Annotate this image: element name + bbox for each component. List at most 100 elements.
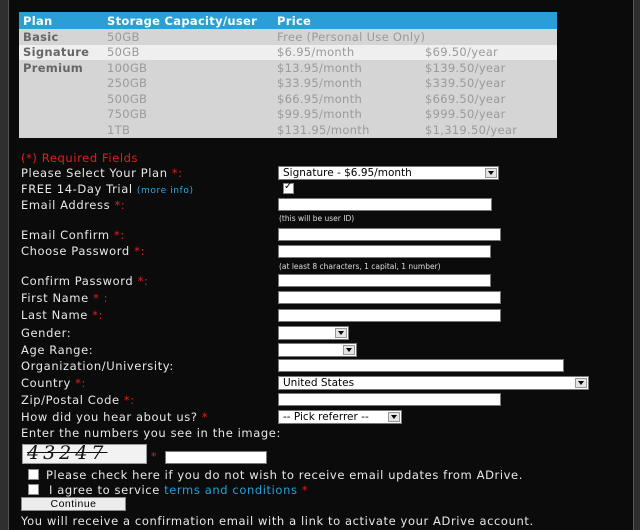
gender-select[interactable]: [278, 326, 349, 340]
plan-select-value: Signature - $6.95/month: [283, 167, 412, 179]
yearly-price-cell: $999.50/year: [421, 106, 558, 122]
country-label: Country *:: [21, 376, 86, 390]
required-star: *: [201, 410, 209, 424]
confirm-password-label-text: Confirm Password: [21, 274, 134, 288]
referrer-select[interactable]: -- Pick referrer --: [278, 410, 402, 424]
trial-more-info-link[interactable]: (more info): [137, 186, 194, 196]
table-row: 500GB $66.95/month $669.50/year: [19, 91, 558, 107]
monthly-price-cell: $33.95/month: [273, 75, 421, 91]
plan-select[interactable]: Signature - $6.95/month: [278, 166, 499, 180]
table-row: 250GB $33.95/month $339.50/year: [19, 75, 558, 91]
table-row: Premium 100GB $13.95/month $139.50/year: [19, 60, 558, 76]
first-name-field[interactable]: [278, 291, 501, 304]
required-star: *: [301, 483, 309, 497]
table-header-row: Plan Storage Capacity/user Price: [19, 12, 558, 29]
optout-label: Please check here if you do not wish to …: [46, 468, 523, 482]
required-star: *:: [114, 198, 126, 212]
monthly-price-cell: Free (Personal Use Only): [273, 29, 558, 45]
required-star: *:: [113, 228, 125, 242]
confirm-password-label: Confirm Password *:: [21, 274, 148, 288]
plan-name: [19, 75, 103, 91]
last-name-label: Last Name *:: [21, 308, 103, 322]
continue-button[interactable]: Continue: [21, 497, 126, 511]
zip-label: Zip/Postal Code *:: [21, 393, 135, 407]
chevron-down-icon[interactable]: [335, 328, 347, 338]
age-range-label: Age Range:: [21, 343, 94, 357]
password-label-text: Choose Password: [21, 244, 130, 258]
header-storage: Storage Capacity/user: [103, 12, 273, 29]
age-range-select[interactable]: [278, 343, 357, 357]
terms-link[interactable]: terms and conditions: [164, 483, 297, 497]
trial-label-text: FREE 14-Day Trial: [21, 182, 133, 196]
captcha-input[interactable]: [165, 451, 267, 464]
required-star: *:: [92, 308, 104, 322]
organization-field[interactable]: [278, 359, 564, 372]
chevron-down-icon[interactable]: [575, 378, 587, 388]
agree-checkbox[interactable]: [28, 484, 39, 495]
plan-name: Signature: [19, 44, 103, 60]
organization-label: Organization/University:: [21, 359, 174, 373]
required-fields-note: (*) Required Fields: [21, 151, 139, 165]
trial-checkbox[interactable]: [283, 181, 294, 194]
email-field[interactable]: [278, 198, 492, 211]
monthly-price-cell: $13.95/month: [273, 60, 421, 76]
plan-name: Basic: [19, 29, 103, 45]
plan-pricing-table: Plan Storage Capacity/user Price Basic 5…: [19, 12, 558, 138]
plan-name: [19, 122, 103, 138]
required-star: * :: [93, 291, 109, 305]
yearly-price-cell: $669.50/year: [421, 91, 558, 107]
yearly-price-cell: $339.50/year: [421, 75, 558, 91]
plan-name: [19, 91, 103, 107]
gender-label: Gender:: [21, 326, 72, 340]
country-select[interactable]: United States: [278, 376, 589, 390]
storage-cell: 100GB: [103, 60, 273, 76]
chevron-down-icon[interactable]: [343, 345, 355, 355]
required-star: *:: [137, 274, 149, 288]
email-confirm-label-text: Email Confirm: [21, 228, 110, 242]
yearly-price-cell: $1,319.50/year: [421, 122, 558, 138]
last-name-field[interactable]: [278, 309, 501, 322]
header-plan: Plan: [19, 12, 103, 29]
trial-label: FREE 14-Day Trial (more info): [21, 182, 194, 196]
confirmation-text: You will receive a confirmation email wi…: [21, 514, 534, 528]
captcha-text: 43247: [27, 444, 108, 464]
country-label-text: Country: [21, 376, 71, 390]
yearly-price-cell: $69.50/year: [421, 44, 558, 60]
monthly-price-cell: $99.95/month: [273, 106, 421, 122]
required-star: *:: [171, 166, 183, 180]
email-label: Email Address *:: [21, 198, 125, 212]
referrer-label: How did you hear about us? *: [21, 410, 208, 424]
table-row: 1TB $131.95/month $1,319.50/year: [19, 122, 558, 138]
monthly-price-cell: $66.95/month: [273, 91, 421, 107]
plan-name: [19, 106, 103, 122]
table-row: Signature 50GB $6.95/month $69.50/year: [19, 44, 558, 60]
required-star: *:: [134, 244, 145, 258]
optout-checkbox[interactable]: [28, 469, 39, 480]
storage-cell: 50GB: [103, 44, 273, 60]
email-confirm-field[interactable]: [278, 228, 501, 241]
email-note: (this will be user ID): [279, 214, 355, 223]
chevron-down-icon[interactable]: [388, 412, 400, 422]
captcha-image: 43247: [22, 444, 147, 464]
plan-label-text: Please Select Your Plan: [21, 166, 168, 180]
storage-cell: 750GB: [103, 106, 273, 122]
monthly-price-cell: $131.95/month: [273, 122, 421, 138]
plan-name: Premium: [19, 60, 103, 76]
password-label: Choose Password *:: [21, 244, 145, 258]
confirm-password-field[interactable]: [278, 274, 491, 287]
country-select-value: United States: [283, 377, 355, 389]
storage-cell: 50GB: [103, 29, 273, 45]
required-star: *:: [123, 393, 135, 407]
first-name-label-text: First Name: [21, 291, 89, 305]
table-row: 750GB $99.95/month $999.50/year: [19, 106, 558, 122]
required-star: *: [151, 450, 157, 463]
zip-field[interactable]: [278, 393, 501, 406]
agree-prefix: I agree to service: [49, 483, 160, 497]
password-field[interactable]: [278, 245, 491, 258]
required-star: *:: [75, 376, 86, 390]
agree-label: I agree to service terms and conditions …: [49, 483, 308, 497]
header-price: Price: [273, 12, 558, 29]
referrer-label-text: How did you hear about us?: [21, 410, 198, 424]
chevron-down-icon[interactable]: [485, 168, 497, 178]
table-row: Basic 50GB Free (Personal Use Only): [19, 29, 558, 45]
